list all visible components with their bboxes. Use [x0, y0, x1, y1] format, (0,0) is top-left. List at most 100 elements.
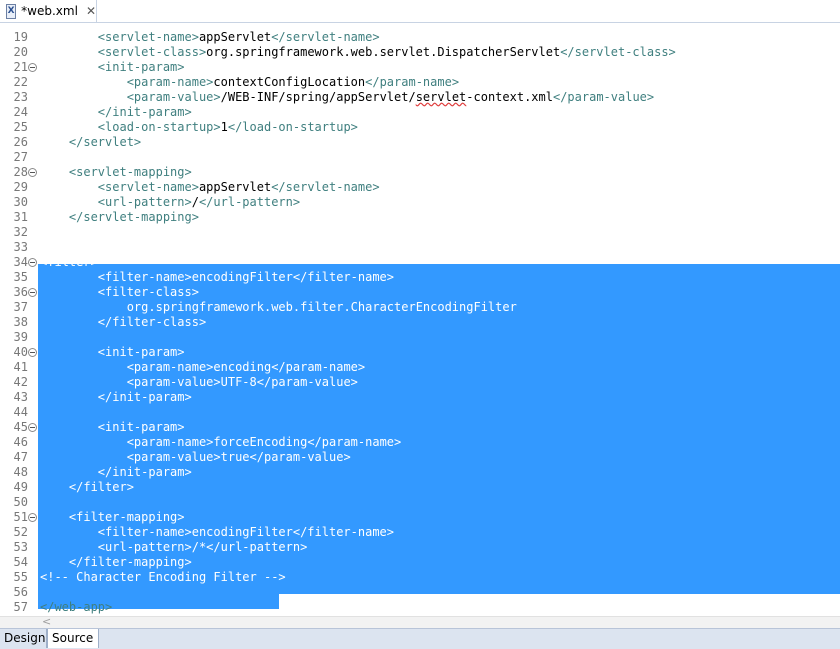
line-number: 49	[13, 480, 28, 494]
code-text: </init-param>	[97, 105, 192, 119]
line-number: 51	[13, 510, 28, 524]
code-line[interactable]: 32	[0, 225, 840, 240]
scroll-left-icon[interactable]: <	[42, 615, 51, 628]
code-line[interactable]: 45 <init-param>	[0, 420, 840, 435]
code-text: <load-on-startup>1</load-on-startup>	[97, 120, 358, 134]
code-line[interactable]: 30 <url-pattern>/</url-pattern>	[0, 195, 840, 210]
code-line[interactable]: 23 <param-value>/WEB-INF/spring/appServl…	[0, 90, 840, 105]
code-line[interactable]: 52 <filter-name>encodingFilter</filter-n…	[0, 525, 840, 540]
tab-design[interactable]: Design	[0, 629, 47, 648]
line-number: 25	[13, 120, 28, 134]
line-number: 31	[13, 210, 28, 224]
code-text: <url-pattern>/*</url-pattern>	[97, 540, 308, 554]
code-line[interactable]: 39	[0, 330, 840, 345]
code-line[interactable]: 44	[0, 405, 840, 420]
line-number: 22	[13, 75, 28, 89]
line-number: 35	[13, 270, 28, 284]
code-line[interactable]: 31 </servlet-mapping>	[0, 210, 840, 225]
code-text: <servlet-name>appServlet</servlet-name>	[97, 180, 380, 194]
line-number: 30	[13, 195, 28, 209]
code-line[interactable]: 27	[0, 150, 840, 165]
code-line[interactable]: 33 <!-- Character Encoding Filter -->	[0, 240, 840, 255]
code-line[interactable]: 34 <filter>	[0, 255, 840, 270]
code-line[interactable]: 40 <init-param>	[0, 345, 840, 360]
line-number: 53	[13, 540, 28, 554]
code-line[interactable]: 24 </init-param>	[0, 105, 840, 120]
code-line[interactable]: 35 <filter-name>encodingFilter</filter-n…	[0, 270, 840, 285]
line-number: 37	[13, 300, 28, 314]
code-line[interactable]: 37 org.springframework.web.filter.Charac…	[0, 300, 840, 315]
code-line[interactable]: 26 </servlet>	[0, 135, 840, 150]
code-line[interactable]: 21 <init-param>	[0, 60, 840, 75]
code-line[interactable]: 49 </filter>	[0, 480, 840, 495]
code-text: </filter-mapping>	[68, 555, 192, 569]
tab-source[interactable]: Source	[47, 629, 99, 648]
fold-toggle-icon[interactable]	[28, 288, 37, 297]
fold-toggle-icon[interactable]	[28, 258, 37, 267]
line-number: 45	[13, 420, 28, 434]
code-line[interactable]: 28 <servlet-mapping>	[0, 165, 840, 180]
line-number: 56	[13, 585, 28, 599]
code-line[interactable]: 48 </init-param>	[0, 465, 840, 480]
code-line[interactable]: 54 </filter-mapping>	[0, 555, 840, 570]
editor-tab-web-xml[interactable]: X *web.xml ✕	[0, 0, 97, 22]
close-icon[interactable]: ✕	[86, 4, 96, 18]
code-line[interactable]: 38 </filter-class>	[0, 315, 840, 330]
editor-tab-title: *web.xml	[21, 4, 78, 18]
code-line[interactable]: 42 <param-value>UTF-8</param-value>	[0, 375, 840, 390]
editor-tab-bar: X *web.xml ✕	[0, 0, 840, 23]
line-number: 28	[13, 165, 28, 179]
code-line[interactable]: 36 <filter-class>	[0, 285, 840, 300]
code-text: <filter-name>encodingFilter</filter-name…	[97, 525, 395, 539]
code-text: <servlet-name>appServlet</servlet-name>	[97, 30, 380, 44]
fold-toggle-icon[interactable]	[28, 63, 37, 72]
fold-toggle-icon[interactable]	[28, 348, 37, 357]
fold-toggle-icon[interactable]	[28, 423, 37, 432]
fold-toggle-icon[interactable]	[28, 168, 37, 177]
line-number: 23	[13, 90, 28, 104]
code-text: <filter-mapping>	[68, 510, 185, 524]
code-line[interactable]: 20 <servlet-class>org.springframework.we…	[0, 45, 840, 60]
line-number: 21	[13, 60, 28, 74]
line-number: 27	[13, 150, 28, 164]
code-text: </servlet-mapping>	[68, 210, 199, 224]
code-line[interactable]: 56	[0, 585, 840, 600]
code-line[interactable]: 29 <servlet-name>appServlet</servlet-nam…	[0, 180, 840, 195]
line-number: 36	[13, 285, 28, 299]
code-text: <param-name>encoding</param-name>	[126, 360, 366, 374]
line-number: 41	[13, 360, 28, 374]
code-line[interactable]: 22 <param-name>contextConfigLocation</pa…	[0, 75, 840, 90]
line-number: 33	[13, 240, 28, 254]
code-text: org.springframework.web.filter.Character…	[126, 300, 517, 314]
code-text: </filter>	[68, 480, 134, 494]
code-text: <!-- Character Encoding Filter -->	[40, 240, 286, 254]
fold-toggle-icon[interactable]	[28, 513, 37, 522]
code-line[interactable]: 51 <filter-mapping>	[0, 510, 840, 525]
code-line[interactable]: 57 </web-app>	[0, 600, 840, 615]
code-text: <param-name>contextConfigLocation</param…	[126, 75, 460, 89]
line-number: 39	[13, 330, 28, 344]
line-number: 40	[13, 345, 28, 359]
code-text: <filter-class>	[97, 285, 199, 299]
source-editor[interactable]: 19 <servlet-name>appServlet</servlet-nam…	[0, 26, 840, 616]
code-text: </init-param>	[97, 465, 192, 479]
code-line[interactable]: 55 <!-- Character Encoding Filter -->	[0, 570, 840, 585]
line-number: 24	[13, 105, 28, 119]
code-text: <filter-name>encodingFilter</filter-name…	[97, 270, 395, 284]
code-line[interactable]: 47 <param-value>true</param-value>	[0, 450, 840, 465]
code-line[interactable]: 46 <param-name>forceEncoding</param-name…	[0, 435, 840, 450]
code-line[interactable]: 43 </init-param>	[0, 390, 840, 405]
code-text: <init-param>	[97, 60, 185, 74]
code-line[interactable]: 19 <servlet-name>appServlet</servlet-nam…	[0, 30, 840, 45]
line-number: 20	[13, 45, 28, 59]
code-line[interactable]: 50	[0, 495, 840, 510]
code-text: <param-value>/WEB-INF/spring/appServlet/…	[126, 90, 655, 104]
code-line[interactable]: 25 <load-on-startup>1</load-on-startup>	[0, 120, 840, 135]
line-number: 32	[13, 225, 28, 239]
line-number: 19	[13, 30, 28, 44]
line-number: 43	[13, 390, 28, 404]
code-line[interactable]: 41 <param-name>encoding</param-name>	[0, 360, 840, 375]
line-number: 48	[13, 465, 28, 479]
code-line[interactable]: 53 <url-pattern>/*</url-pattern>	[0, 540, 840, 555]
line-number: 50	[13, 495, 28, 509]
